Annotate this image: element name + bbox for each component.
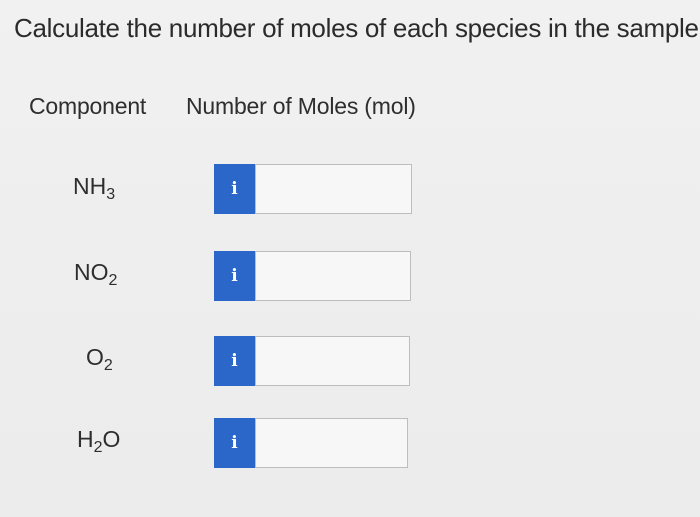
info-icon[interactable]: i	[214, 164, 255, 214]
species-label-no2: NO2	[74, 259, 118, 289]
question-panel: Calculate the number of moles of each sp…	[0, 0, 700, 517]
info-icon[interactable]: i	[214, 418, 255, 468]
species-label-h2o: H2O	[77, 426, 121, 456]
table-row-h2o: H2O i	[0, 416, 700, 472]
moles-input-no2[interactable]	[255, 251, 411, 301]
info-icon[interactable]: i	[214, 251, 255, 301]
moles-input-h2o[interactable]	[255, 418, 408, 468]
info-icon[interactable]: i	[214, 336, 255, 386]
moles-input-o2[interactable]	[255, 336, 410, 386]
question-text: Calculate the number of moles of each sp…	[14, 13, 700, 43]
moles-input-nh3[interactable]	[255, 164, 412, 214]
column-header-component: Component	[29, 93, 147, 119]
table-row-o2: O2 i	[0, 334, 700, 390]
species-label-nh3: NH3	[73, 173, 116, 203]
column-header-moles: Number of Moles (mol)	[186, 93, 416, 119]
species-label-o2: O2	[86, 344, 113, 374]
table-row-no2: NO2 i	[0, 249, 700, 305]
table-row-nh3: NH3 i	[0, 162, 700, 218]
